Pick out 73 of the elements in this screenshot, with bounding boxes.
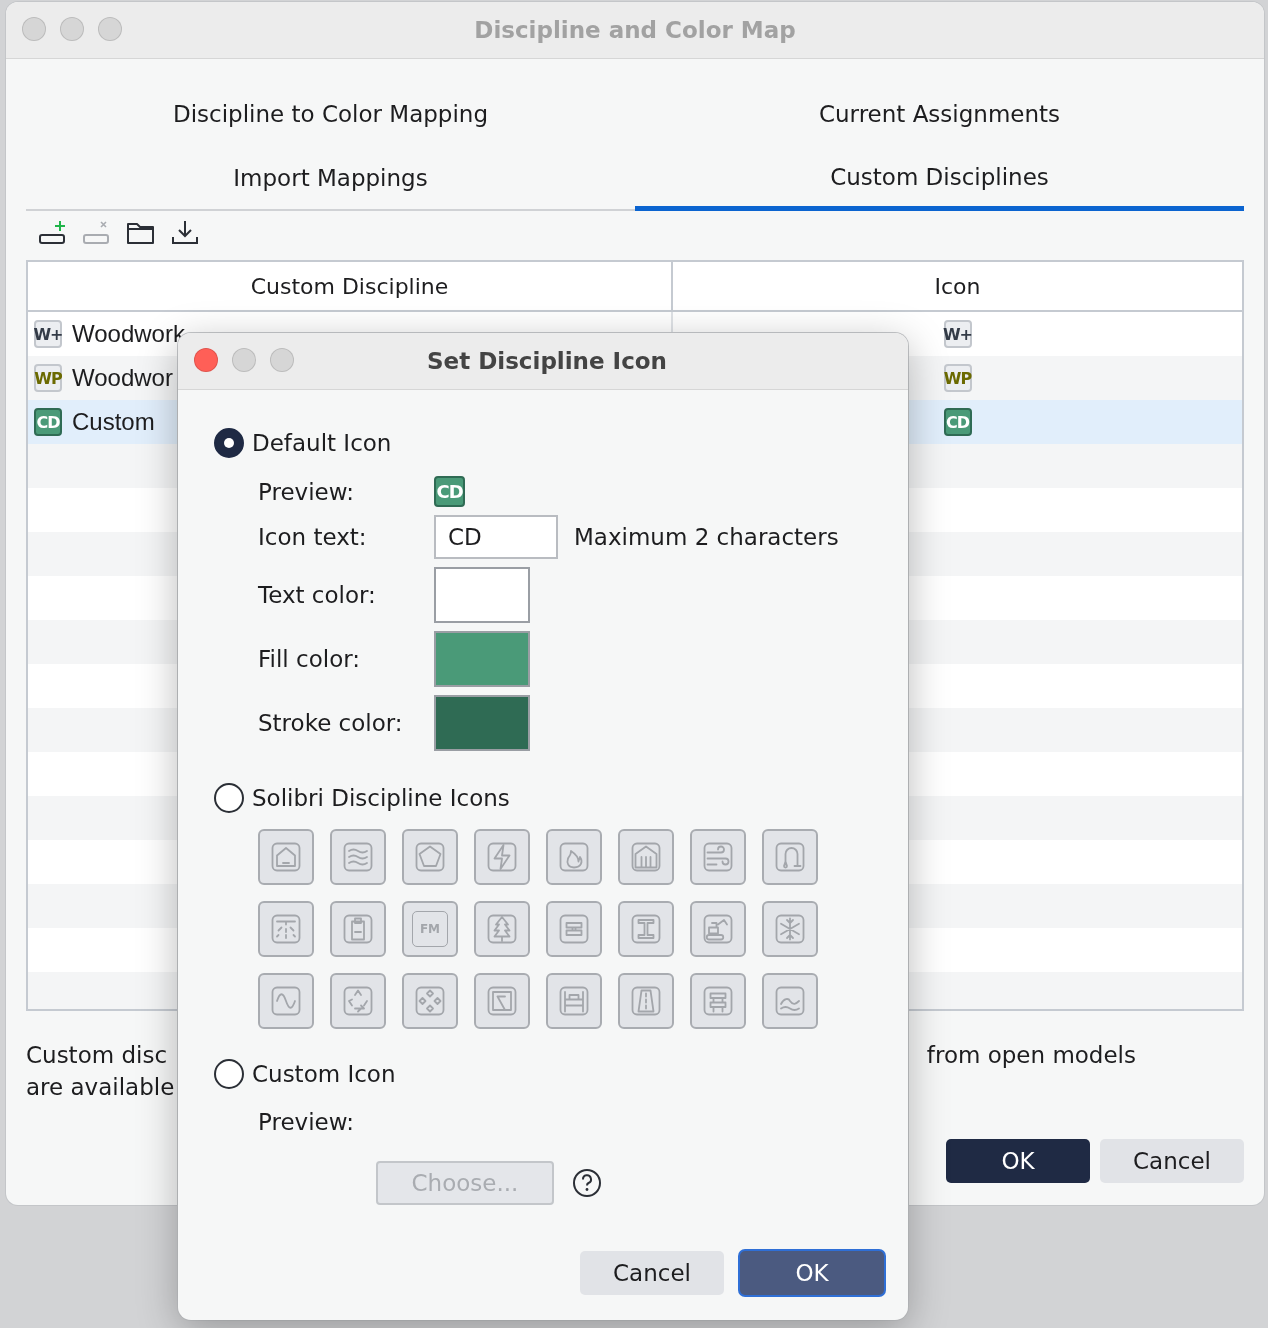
- discipline-icon-button[interactable]: [690, 829, 746, 885]
- zoom-button[interactable]: [270, 348, 294, 372]
- ok-button[interactable]: OK: [946, 1139, 1090, 1183]
- discipline-icon-button[interactable]: [762, 973, 818, 1029]
- radio-button[interactable]: [214, 783, 244, 813]
- discipline-icon-button[interactable]: [618, 901, 674, 957]
- hint-text: Maximum 2 characters: [574, 524, 840, 550]
- discipline-icon-button[interactable]: [546, 829, 602, 885]
- discipline-icon-button[interactable]: [474, 829, 530, 885]
- window-title: Discipline and Color Map: [474, 17, 796, 43]
- cancel-button[interactable]: Cancel: [580, 1251, 724, 1295]
- discipline-badge: WP: [34, 364, 62, 392]
- discipline-icon-button[interactable]: [330, 829, 386, 885]
- discipline-icon-button[interactable]: [258, 901, 314, 957]
- field-label: Icon text:: [258, 524, 368, 550]
- field-label: Preview:: [258, 1109, 356, 1135]
- column-header: Icon: [933, 272, 982, 301]
- discipline-icon-button[interactable]: [474, 901, 530, 957]
- custom-icon-option[interactable]: Custom Icon: [214, 1057, 396, 1091]
- discipline-icon-button[interactable]: [258, 829, 314, 885]
- discipline-icon-button[interactable]: [690, 973, 746, 1029]
- field-label: Stroke color:: [258, 710, 404, 736]
- color-swatch[interactable]: [434, 695, 530, 751]
- discipline-icon-button[interactable]: [618, 829, 674, 885]
- close-button[interactable]: [194, 348, 218, 372]
- icon-text-field[interactable]: CD: [434, 515, 558, 559]
- field-label: Fill color:: [258, 646, 362, 672]
- discipline-badge: WP: [943, 364, 972, 392]
- discipline-icon-button[interactable]: [546, 901, 602, 957]
- tab[interactable]: Custom Disciplines: [635, 147, 1244, 211]
- tab[interactable]: Current Assignments: [635, 83, 1244, 147]
- discipline-name: Woodwor: [72, 364, 173, 392]
- discipline-badge: W+: [943, 320, 972, 348]
- help-icon: [572, 1168, 602, 1198]
- discipline-icon-button[interactable]: [402, 973, 458, 1029]
- discipline-icon-button[interactable]: [762, 901, 818, 957]
- tab[interactable]: Discipline to Color Mapping: [26, 83, 635, 147]
- discipline-badge: W+: [34, 320, 62, 348]
- note-text: Custom disc: [26, 1041, 169, 1070]
- discipline-icon-button[interactable]: [258, 973, 314, 1029]
- column-header: Custom Discipline: [28, 262, 673, 310]
- default-icon-option[interactable]: Default Icon: [214, 426, 392, 460]
- color-swatch[interactable]: [434, 567, 530, 623]
- discipline-badge: CD: [943, 408, 972, 436]
- note-text: from open models: [926, 1041, 1136, 1070]
- note-text: are available: [26, 1073, 175, 1102]
- discipline-icon-button[interactable]: [330, 973, 386, 1029]
- ok-button[interactable]: OK: [740, 1251, 884, 1295]
- discipline-icon-button[interactable]: [546, 973, 602, 1029]
- icon-preview: CD: [434, 476, 465, 507]
- radio-button[interactable]: [214, 1059, 244, 1089]
- solibri-icons-option[interactable]: Solibri Discipline Icons: [214, 781, 510, 815]
- discipline-icon-button[interactable]: [402, 829, 458, 885]
- zoom-button[interactable]: [98, 17, 122, 41]
- cancel-button[interactable]: Cancel: [1100, 1139, 1244, 1183]
- color-swatch[interactable]: [434, 631, 530, 687]
- minimize-button[interactable]: [60, 17, 84, 41]
- minimize-button[interactable]: [232, 348, 256, 372]
- tab[interactable]: Import Mappings: [26, 147, 635, 211]
- discipline-icon-button[interactable]: [618, 973, 674, 1029]
- field-label: Text color:: [258, 582, 377, 608]
- icon-label: FM: [412, 911, 448, 947]
- discipline-name: Woodwork: [72, 320, 185, 348]
- discipline-icon-button[interactable]: [330, 901, 386, 957]
- field-label: Preview:: [258, 478, 356, 505]
- discipline-icon-button[interactable]: [474, 973, 530, 1029]
- discipline-icon-button[interactable]: [762, 829, 818, 885]
- discipline-icon-button[interactable]: [690, 901, 746, 957]
- discipline-badge: CD: [34, 408, 62, 436]
- dialog-title: Set Discipline Icon: [426, 348, 667, 374]
- close-button[interactable]: [22, 17, 46, 41]
- discipline-name: Custom: [72, 408, 155, 436]
- radio-button[interactable]: [214, 428, 244, 458]
